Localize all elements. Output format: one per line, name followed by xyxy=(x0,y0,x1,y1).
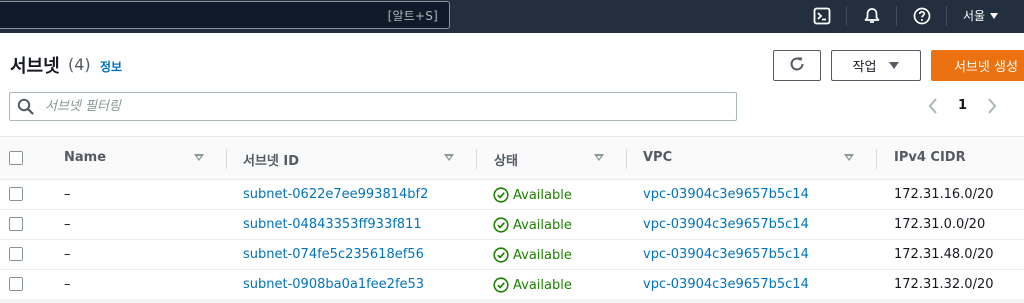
help-icon[interactable] xyxy=(910,4,934,28)
column-resizer[interactable] xyxy=(226,149,227,169)
actions-dropdown-button[interactable]: 작업 xyxy=(831,50,921,81)
cell-name: – xyxy=(64,187,71,202)
table-row[interactable]: – subnet-0908ba0a1fee2fe53 Available vpc… xyxy=(0,270,1024,300)
filter-input[interactable] xyxy=(45,96,725,117)
table-row[interactable]: – subnet-074fe5c235618ef56 Available vpc… xyxy=(0,240,1024,270)
status-text: Available xyxy=(513,247,572,263)
check-circle-icon xyxy=(493,247,509,263)
row-checkbox[interactable] xyxy=(9,217,23,231)
subnet-count: (4) xyxy=(68,55,91,74)
cell-status: Available xyxy=(493,277,572,293)
actions-label: 작업 xyxy=(852,60,877,75)
create-subnet-button[interactable]: 서브넷 생성 xyxy=(931,50,1024,81)
next-page-icon[interactable] xyxy=(985,97,999,119)
previous-page-icon[interactable] xyxy=(926,97,940,119)
column-header-subnet-id[interactable]: 서브넷 ID xyxy=(243,150,299,169)
top-navigation-bar: [알트+S] 서울 xyxy=(0,0,1024,33)
row-checkbox[interactable] xyxy=(9,187,23,201)
sort-icon[interactable] xyxy=(844,154,854,161)
caret-down-icon xyxy=(990,13,999,19)
nav-divider xyxy=(896,6,897,26)
row-checkbox[interactable] xyxy=(9,277,23,291)
cell-ipv4-cidr: 172.31.48.0/20 xyxy=(894,247,994,262)
cell-vpc-link[interactable]: vpc-03904c3e9657b5c14 xyxy=(643,277,809,292)
sort-icon[interactable] xyxy=(444,154,454,161)
cell-ipv4-cidr: 172.31.16.0/20 xyxy=(894,187,994,202)
cell-name: – xyxy=(64,247,71,262)
column-resizer[interactable] xyxy=(626,149,627,169)
table-header: Name 서브넷 ID 상태 VPC IPv4 CIDR xyxy=(0,136,1024,180)
column-header-name[interactable]: Name xyxy=(64,150,106,165)
check-circle-icon xyxy=(493,277,509,293)
nav-divider xyxy=(846,6,847,26)
cell-vpc-link[interactable]: vpc-03904c3e9657b5c14 xyxy=(643,247,809,262)
notifications-icon[interactable] xyxy=(860,4,884,28)
info-link[interactable]: 정보 xyxy=(100,58,122,75)
current-page-number[interactable]: 1 xyxy=(958,98,967,113)
search-shortcut-hint: [알트+S] xyxy=(387,9,438,23)
caret-down-icon xyxy=(889,62,900,69)
cell-status: Available xyxy=(493,217,572,233)
column-resizer[interactable] xyxy=(876,149,877,169)
check-circle-icon xyxy=(493,217,509,233)
cell-ipv4-cidr: 172.31.32.0/20 xyxy=(894,277,994,292)
column-header-ipv4-cidr[interactable]: IPv4 CIDR xyxy=(894,150,966,165)
column-resizer[interactable] xyxy=(476,149,477,169)
sort-icon[interactable] xyxy=(594,154,604,161)
cell-status: Available xyxy=(493,247,572,263)
region-selector[interactable]: 서울 xyxy=(963,7,999,24)
cell-vpc-link[interactable]: vpc-03904c3e9657b5c14 xyxy=(643,187,809,202)
search-icon xyxy=(17,98,34,119)
sort-icon[interactable] xyxy=(194,154,204,161)
cell-name: – xyxy=(64,277,71,292)
status-text: Available xyxy=(513,187,572,203)
refresh-icon xyxy=(788,55,806,77)
horizontal-scrollbar[interactable] xyxy=(0,299,1024,303)
cell-subnet-id-link[interactable]: subnet-04843353ff933f811 xyxy=(243,217,422,232)
global-search-input[interactable]: [알트+S] xyxy=(0,1,450,29)
cell-subnet-id-link[interactable]: subnet-0622e7ee993814bf2 xyxy=(243,187,428,202)
column-header-vpc[interactable]: VPC xyxy=(643,150,672,165)
cell-status: Available xyxy=(493,187,572,203)
table-row[interactable]: – subnet-0622e7ee993814bf2 Available vpc… xyxy=(0,180,1024,210)
cloudshell-icon[interactable] xyxy=(810,4,834,28)
table-row[interactable]: – subnet-04843353ff933f811 Available vpc… xyxy=(0,210,1024,240)
subnet-filter[interactable] xyxy=(9,92,737,121)
refresh-button[interactable] xyxy=(773,50,821,81)
cell-vpc-link[interactable]: vpc-03904c3e9657b5c14 xyxy=(643,217,809,232)
create-subnet-label: 서브넷 생성 xyxy=(954,60,1018,75)
region-label: 서울 xyxy=(963,9,986,23)
cell-name: – xyxy=(64,217,71,232)
cell-ipv4-cidr: 172.31.0.0/20 xyxy=(894,217,986,232)
select-all-checkbox[interactable] xyxy=(9,151,23,165)
status-text: Available xyxy=(513,217,572,233)
row-checkbox[interactable] xyxy=(9,247,23,261)
cell-subnet-id-link[interactable]: subnet-074fe5c235618ef56 xyxy=(243,247,424,262)
cell-subnet-id-link[interactable]: subnet-0908ba0a1fee2fe53 xyxy=(243,277,424,292)
check-circle-icon xyxy=(493,187,509,203)
column-header-state[interactable]: 상태 xyxy=(494,150,518,169)
status-text: Available xyxy=(513,277,572,293)
page-title: 서브넷 xyxy=(10,56,60,77)
nav-divider xyxy=(946,6,947,26)
